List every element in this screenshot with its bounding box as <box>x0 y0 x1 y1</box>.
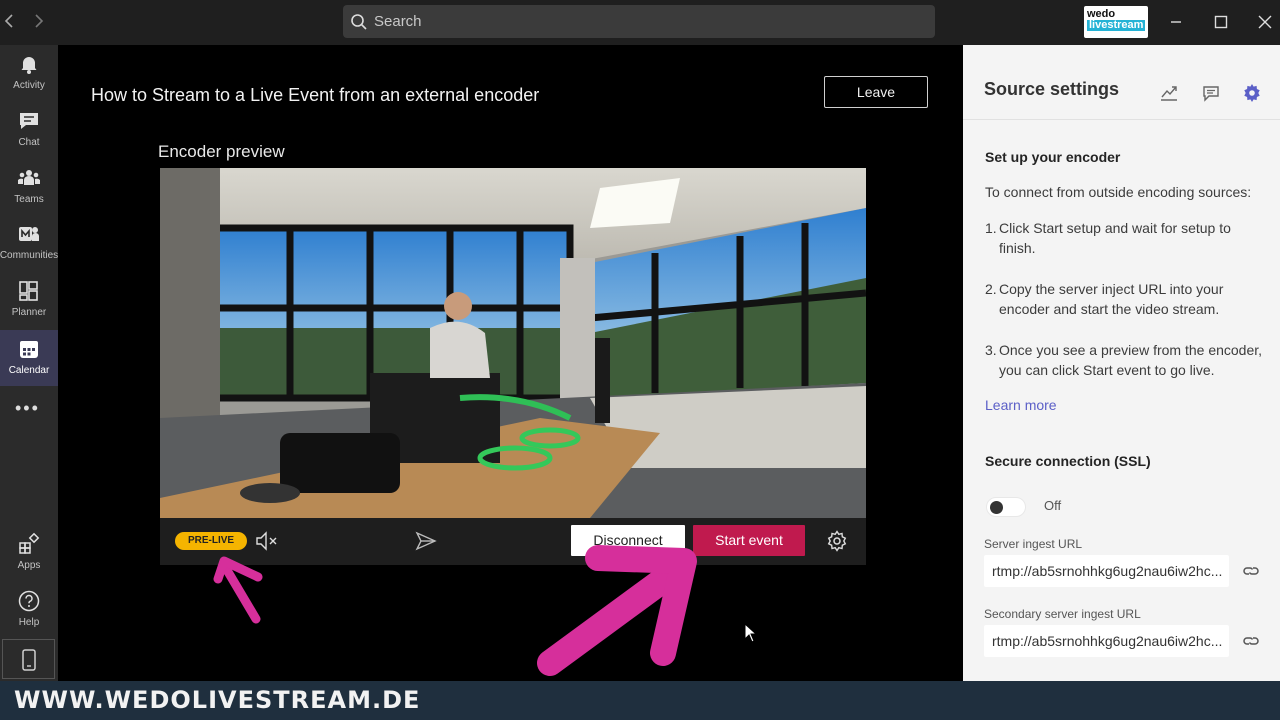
app-window: Search wedo livestream Activity Chat Tea… <box>0 0 1280 720</box>
setup-title: Set up your encoder <box>985 149 1121 165</box>
ingest-url-field[interactable]: rtmp://ab5srnohhkg6ug2nau6iw2hc... <box>984 555 1229 587</box>
maximize-icon[interactable] <box>1211 12 1231 32</box>
live-event-main: How to Stream to a Live Event from an ex… <box>58 45 963 681</box>
preview-controls-bar: PRE-LIVE Disconnect Start event <box>160 518 866 565</box>
rail-label: Planner <box>11 307 47 318</box>
search-input[interactable]: Search <box>374 13 422 30</box>
rail-label: Help <box>18 617 40 628</box>
close-icon[interactable] <box>1255 12 1275 32</box>
secondary-url-field[interactable]: rtmp://ab5srnohhkg6ug2nau6iw2hc... <box>984 625 1229 657</box>
title-bar: Search wedo livestream <box>0 0 1280 45</box>
step-text: Copy the server inject URL into your enc… <box>999 281 1224 317</box>
step-text: Once you see a preview from the encoder,… <box>999 342 1263 378</box>
rail-item-chat[interactable]: Chat <box>0 102 58 158</box>
disconnect-button[interactable]: Disconnect <box>571 525 685 556</box>
step-number: 3. <box>985 342 997 358</box>
search-box[interactable]: Search <box>343 5 935 38</box>
avatar[interactable]: wedo livestream <box>1084 6 1148 38</box>
copy-link-icon[interactable] <box>1241 631 1261 651</box>
source-settings-panel: Source settings Set up your encoder To c… <box>963 45 1280 681</box>
mouse-cursor-icon <box>744 623 758 643</box>
communities-icon <box>17 222 41 246</box>
send-forward-icon[interactable] <box>414 529 438 553</box>
ssl-toggle-state: Off <box>1044 498 1062 513</box>
rail-label: Calendar <box>8 365 50 376</box>
start-event-button[interactable]: Start event <box>693 525 805 556</box>
rail-item-help[interactable]: Help <box>0 582 58 638</box>
teams-icon <box>17 166 41 190</box>
apps-icon <box>17 532 41 556</box>
copy-link-icon[interactable] <box>1241 561 1261 581</box>
step-number: 2. <box>985 281 997 297</box>
rail-label: Chat <box>18 137 40 148</box>
app-rail: Activity Chat Teams Communities Planner <box>0 45 58 681</box>
preview-label: Encoder preview <box>158 142 285 161</box>
step-number: 1. <box>985 220 997 236</box>
panel-title: Source settings <box>984 79 1120 99</box>
rail-item-apps[interactable]: Apps <box>0 525 58 581</box>
gear-icon[interactable] <box>825 529 849 553</box>
rail-label: Communities <box>0 250 59 261</box>
rail-item-calendar[interactable]: Calendar <box>0 330 58 386</box>
chat-icon <box>17 109 41 133</box>
footer-website: WWW.WEDOLIVESTREAM.DE <box>14 686 421 714</box>
rail-item-activity[interactable]: Activity <box>0 45 58 101</box>
setup-intro: To connect from outside encoding sources… <box>985 184 1252 200</box>
ssl-toggle[interactable] <box>986 497 1026 517</box>
chat-icon[interactable] <box>1201 83 1221 103</box>
mobile-device-button[interactable] <box>2 639 55 679</box>
step-text: Click Start setup and wait for setup to … <box>999 220 1231 256</box>
chart-icon[interactable] <box>1159 83 1179 103</box>
rail-label: Apps <box>17 560 41 571</box>
preview-scene-image <box>160 168 866 518</box>
minimize-icon[interactable] <box>1166 12 1186 32</box>
more-apps-icon[interactable]: ••• <box>15 399 43 417</box>
toggle-knob <box>990 501 1003 514</box>
learn-more-link[interactable]: Learn more <box>985 397 1057 413</box>
event-title: How to Stream to a Live Event from an ex… <box>91 85 540 105</box>
help-icon <box>17 589 41 613</box>
bell-icon <box>17 52 41 76</box>
rail-label: Activity <box>13 80 45 91</box>
phone-icon <box>22 649 36 671</box>
leave-button[interactable]: Leave <box>824 76 928 108</box>
rail-label: Teams <box>14 194 44 205</box>
planner-icon <box>17 279 41 303</box>
encoder-preview-video <box>160 168 866 518</box>
panel-header: Source settings <box>963 45 1280 120</box>
rail-item-communities[interactable]: Communities <box>0 215 58 271</box>
calendar-icon <box>17 337 41 361</box>
rail-item-planner[interactable]: Planner <box>0 272 58 328</box>
search-icon <box>349 12 369 32</box>
settings-gear-icon[interactable] <box>1242 83 1262 103</box>
rail-item-teams[interactable]: Teams <box>0 159 58 215</box>
forward-arrow-icon[interactable] <box>28 11 48 31</box>
ingest-url-label: Server ingest URL <box>984 537 1083 551</box>
mute-icon[interactable] <box>255 530 279 552</box>
ssl-title: Secure connection (SSL) <box>985 453 1151 469</box>
secondary-url-label: Secondary server ingest URL <box>984 607 1141 621</box>
footer-bar: WWW.WEDOLIVESTREAM.DE <box>0 681 1280 720</box>
avatar-logo-line2: livestream <box>1087 19 1146 31</box>
back-arrow-icon[interactable] <box>0 11 20 31</box>
status-badge: PRE-LIVE <box>175 532 247 550</box>
